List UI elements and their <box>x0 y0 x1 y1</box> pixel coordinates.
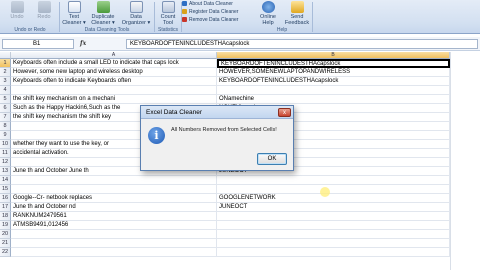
cell-b[interactable]: HOWEVER,SOMENEWLAPTOPANDWIRELESS <box>217 68 450 77</box>
cell-b[interactable] <box>217 86 450 95</box>
text-cleaner-icon <box>67 1 81 13</box>
cell-b[interactable] <box>217 239 450 248</box>
fx-label[interactable]: fx <box>80 39 122 49</box>
feedback-icon <box>290 1 304 13</box>
row-header[interactable]: 12 <box>0 158 11 167</box>
select-all-corner[interactable] <box>0 52 11 59</box>
cell-b[interactable] <box>217 176 450 185</box>
row-header[interactable]: 11 <box>0 149 11 158</box>
about-data-cleaner-item[interactable]: About Data Cleaner <box>182 0 252 8</box>
group-label-help: Help <box>276 27 288 33</box>
remove-icon <box>182 17 187 22</box>
group-label-statistics: Statistics <box>157 27 178 33</box>
row-header[interactable]: 3 <box>0 77 11 86</box>
row-header[interactable]: 7 <box>0 113 11 122</box>
redo-button[interactable]: Redo <box>32 0 56 27</box>
duplicate-cleaner-icon <box>96 1 110 13</box>
row-header[interactable]: 14 <box>0 176 11 185</box>
undo-icon <box>10 1 24 13</box>
cell-b[interactable]: KEYBOARDOFTENINCLUDESTHAcapslock <box>217 77 450 86</box>
formula-bar: B1 fx KEYBOARDOFTENINCLUDESTHAcapslock <box>0 37 480 51</box>
cell-a[interactable]: However, some new laptop and wireless de… <box>11 68 217 77</box>
cell-a[interactable] <box>11 86 217 95</box>
mouse-cursor-highlight <box>320 187 330 197</box>
cell-a[interactable]: the shift key mechanism on a mechani <box>11 95 217 104</box>
count-tool-icon <box>161 1 175 13</box>
data-organizer-button[interactable]: Data Organizer ▾ <box>120 0 152 27</box>
cell-a[interactable]: Keyboards often to indicate Keyboards of… <box>11 77 217 86</box>
ribbon-separator <box>59 2 60 32</box>
undo-button[interactable]: Undo <box>4 0 30 27</box>
cell-a[interactable] <box>11 248 217 257</box>
data-cleaner-menu: About Data Cleaner Register Data Cleaner… <box>182 0 252 24</box>
row-header[interactable]: 16 <box>0 194 11 203</box>
help-icon <box>261 1 275 13</box>
row-header[interactable]: 15 <box>0 185 11 194</box>
group-label-undo: Undo or Redo <box>14 27 46 33</box>
column-header-b[interactable]: B <box>217 52 450 59</box>
dialog-title: Excel Data Cleaner <box>141 106 293 119</box>
cell-a[interactable]: ATMSB9491,012456 <box>11 221 217 230</box>
cell-b[interactable]: ONamechine <box>217 95 450 104</box>
row-header[interactable]: 22 <box>0 248 11 257</box>
row-header[interactable]: 20 <box>0 230 11 239</box>
group-label-data-cleaning: Data Cleaning Tools <box>84 27 130 33</box>
cell-a[interactable] <box>11 176 217 185</box>
row-header[interactable]: 2 <box>0 68 11 77</box>
row-header[interactable]: 1 <box>0 59 11 68</box>
row-header[interactable]: 6 <box>0 104 11 113</box>
row-header[interactable]: 19 <box>0 221 11 230</box>
duplicate-cleaner-button[interactable]: Duplicate Cleaner ▾ <box>89 0 117 27</box>
cell-a[interactable]: Google--Cr- netbook replaces <box>11 194 217 203</box>
cell-a[interactable]: RANKNUM2479561 <box>11 212 217 221</box>
row-header[interactable]: 17 <box>0 203 11 212</box>
cell-a[interactable] <box>11 185 217 194</box>
cell-b[interactable] <box>217 230 450 239</box>
online-help-button[interactable]: Online Help <box>254 0 282 27</box>
info-icon: i <box>148 127 165 144</box>
ok-button[interactable]: OK <box>257 153 287 165</box>
row-header[interactable]: 18 <box>0 212 11 221</box>
cell-a[interactable] <box>11 230 217 239</box>
cell-a[interactable] <box>11 239 217 248</box>
row-header[interactable]: 13 <box>0 167 11 176</box>
row-header[interactable]: 21 <box>0 239 11 248</box>
remove-data-cleaner-item[interactable]: Remove Data Cleaner <box>182 16 252 24</box>
count-tool-button[interactable]: Count Tool <box>156 0 180 27</box>
row-header[interactable]: 10 <box>0 140 11 149</box>
data-organizer-icon <box>129 1 143 13</box>
data-cleaner-dialog: Excel Data Cleaner x i All Numbers Remov… <box>140 105 294 171</box>
cell-a[interactable]: June th and October nd <box>11 203 217 212</box>
row-header[interactable]: 9 <box>0 131 11 140</box>
send-feedback-button[interactable]: Send Feedback <box>284 0 310 27</box>
grid-right-area <box>450 52 480 270</box>
cell-b[interactable]: JUNEOCT <box>217 203 450 212</box>
ribbon-separator <box>312 2 313 32</box>
cell-b[interactable]: GOOGLENETWORK <box>217 194 450 203</box>
row-header[interactable]: 8 <box>0 122 11 131</box>
key-icon <box>182 9 187 14</box>
cell-b[interactable] <box>217 221 450 230</box>
cell-b[interactable] <box>217 212 450 221</box>
ribbon: Undo Redo Undo or Redo Text Cleaner ▾ Du… <box>0 0 480 34</box>
column-header-a[interactable]: A <box>11 52 217 59</box>
row-header[interactable]: 4 <box>0 86 11 95</box>
info-icon <box>182 1 187 6</box>
text-cleaner-button[interactable]: Text Cleaner ▾ <box>61 0 87 27</box>
cell-b[interactable] <box>217 248 450 257</box>
active-cell-b1[interactable]: KEYBOARDOFTENINCLUDESTHAcapslock <box>217 59 450 68</box>
dialog-message: All Numbers Removed from Selected Cells! <box>171 127 277 133</box>
row-header[interactable]: 5 <box>0 95 11 104</box>
formula-input[interactable]: KEYBOARDOFTENINCLUDESTHAcapslock <box>126 39 478 49</box>
close-icon[interactable]: x <box>278 108 291 117</box>
cell-b[interactable] <box>217 185 450 194</box>
register-data-cleaner-item[interactable]: Register Data Cleaner <box>182 8 252 16</box>
redo-icon <box>37 1 51 13</box>
name-box[interactable]: B1 <box>2 39 74 49</box>
cell-a[interactable]: Keyboards often include a small LED to i… <box>11 59 217 68</box>
